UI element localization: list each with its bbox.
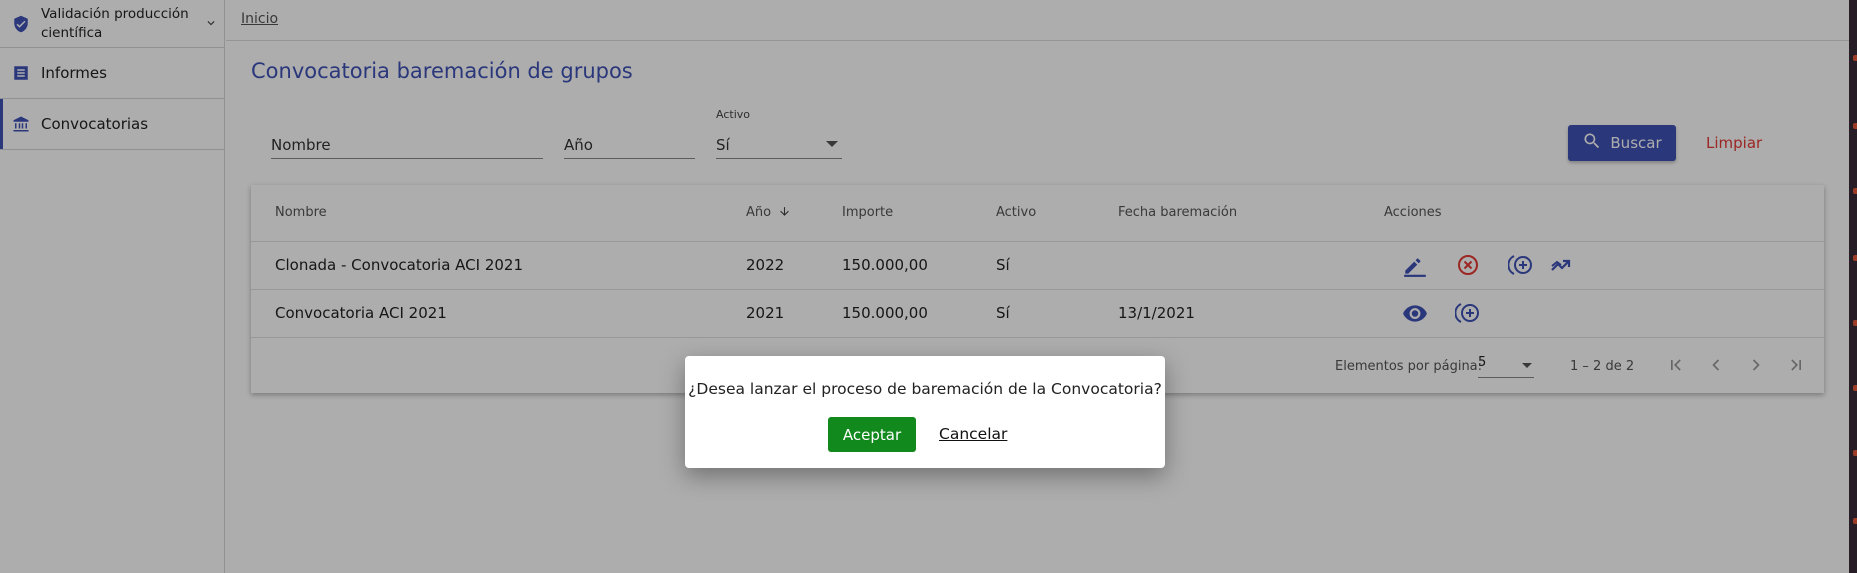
accept-button[interactable]: Aceptar [828,417,916,452]
cancel-button[interactable]: Cancelar [939,425,1007,443]
modal-backdrop[interactable] [0,0,1857,573]
confirm-dialog: ¿Desea lanzar el proceso de baremación d… [685,356,1165,468]
dialog-message: ¿Desea lanzar el proceso de baremación d… [688,380,1162,398]
